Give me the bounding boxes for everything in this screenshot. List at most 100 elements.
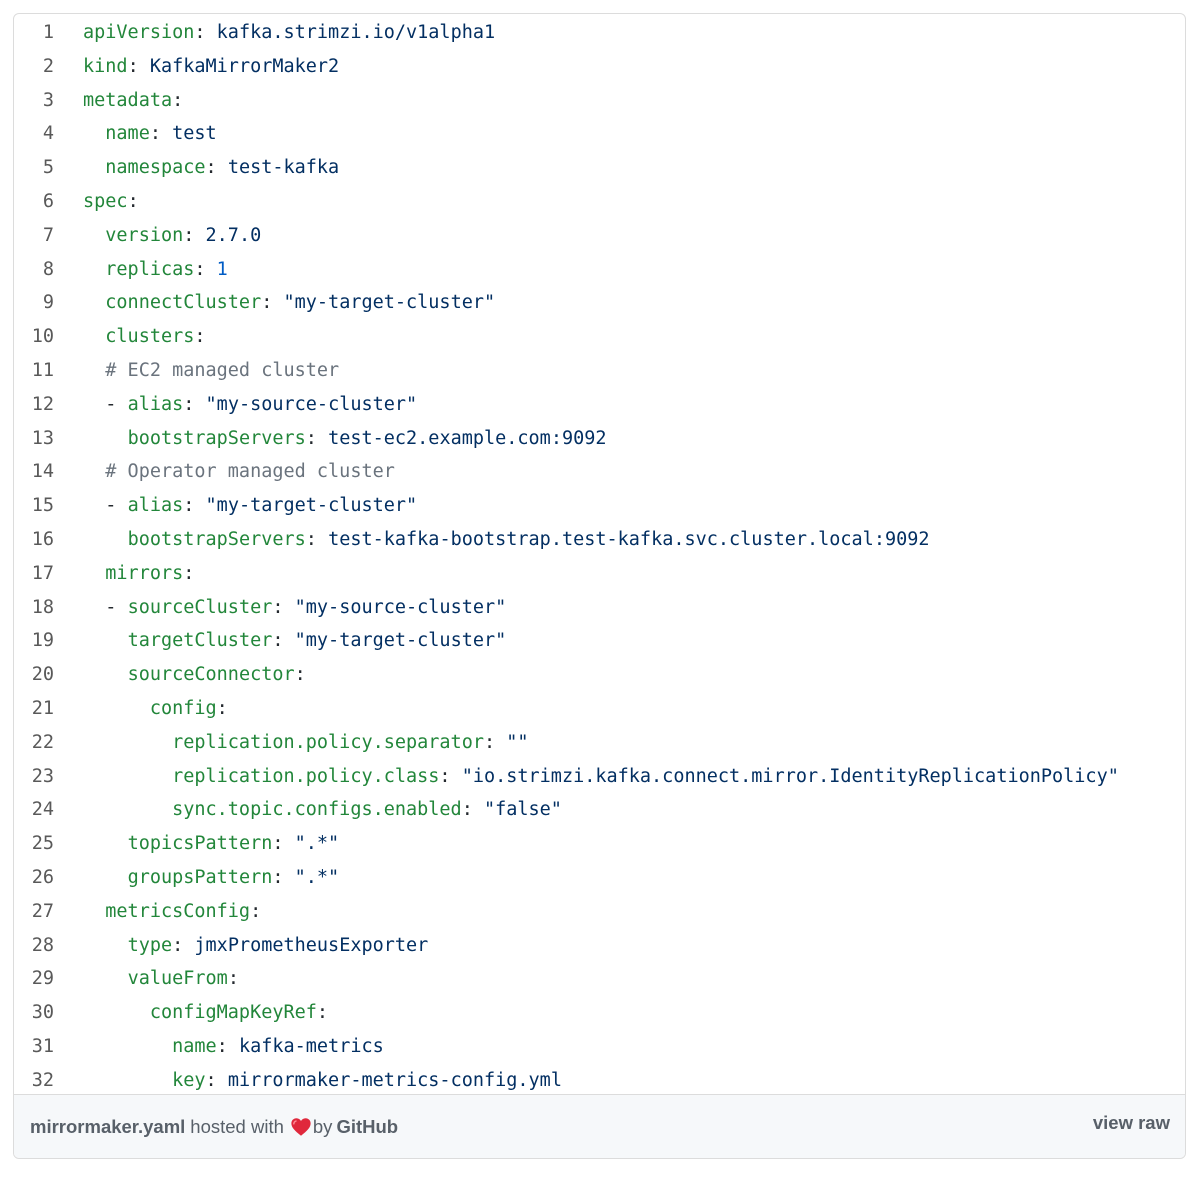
line-content: configMapKeyRef: (54, 996, 328, 1030)
github-link[interactable]: GitHub (336, 1116, 398, 1138)
line-number[interactable]: 24 (14, 793, 54, 827)
line-number[interactable]: 28 (14, 929, 54, 963)
yaml-value: "my-source-cluster" (205, 393, 418, 415)
view-raw-link[interactable]: view raw (1093, 1112, 1170, 1133)
yaml-value: 1 (216, 258, 228, 280)
yaml-key: apiVersion (83, 22, 195, 43)
code-line: 1 apiVersion: kafka.strimzi.io/v1alpha1 (14, 16, 1185, 50)
line-number[interactable]: 3 (14, 84, 54, 118)
code-line: 9 connectCluster: "my-target-cluster" (14, 286, 1185, 320)
line-number[interactable]: 27 (14, 895, 54, 929)
code-line: 12 - alias: "my-source-cluster" (14, 388, 1185, 422)
yaml-separator: : (127, 55, 150, 77)
line-content: type: jmxPrometheusExporter (54, 929, 429, 963)
line-number[interactable]: 30 (14, 996, 54, 1030)
line-content: mirrors: (54, 557, 194, 591)
yaml-separator: : (227, 968, 239, 990)
yaml-value: "my-source-cluster" (294, 596, 507, 618)
code-line: 24 sync.topic.configs.enabled: "false" (14, 793, 1185, 827)
line-number[interactable]: 31 (14, 1030, 54, 1064)
code-line: 32 key: mirrormaker-metrics-config.yml (14, 1064, 1185, 1098)
line-content: name: test (54, 117, 217, 151)
yaml-separator: : (305, 528, 329, 550)
line-number[interactable]: 25 (14, 827, 54, 861)
line-number[interactable]: 12 (14, 388, 54, 422)
line-number[interactable]: 23 (14, 760, 54, 794)
line-content: kind: KafkaMirrorMaker2 (54, 50, 339, 84)
heart-icon (290, 1116, 312, 1138)
code-line: 29 valueFrom: (14, 962, 1185, 996)
yaml-key: sync.topic.configs.enabled (172, 799, 462, 821)
yaml-value: jmxPrometheusExporter (194, 934, 429, 956)
yaml-separator: : (294, 664, 306, 686)
yaml-value: "" (506, 731, 529, 753)
line-content: groupsPattern: ".*" (54, 861, 340, 895)
line-number[interactable]: 16 (14, 523, 54, 557)
yaml-key: configMapKeyRef (149, 1002, 317, 1024)
yaml-value: test (172, 123, 217, 145)
by-text: by (312, 1116, 333, 1137)
line-number[interactable]: 4 (14, 117, 54, 151)
hosted-with-text: hosted with (190, 1116, 284, 1137)
line-number[interactable]: 18 (14, 591, 54, 625)
yaml-separator: : (183, 393, 206, 415)
yaml-key: alias (127, 495, 184, 517)
code-line: 6 spec: (14, 185, 1185, 219)
line-content: - alias: "my-target-cluster" (54, 489, 417, 523)
yaml-separator: : (172, 934, 195, 956)
code-line: 28 type: jmxPrometheusExporter (14, 929, 1185, 963)
yaml-value: mirrormaker-metrics-config.yml (227, 1069, 562, 1091)
line-number[interactable]: 6 (14, 185, 54, 219)
line-number[interactable]: 5 (14, 151, 54, 185)
list-dash: - (105, 393, 128, 415)
line-number[interactable]: 9 (14, 286, 54, 320)
yaml-separator: : (439, 765, 462, 787)
code-line: 23 replication.policy.class: "io.strimzi… (14, 760, 1185, 794)
line-number[interactable]: 7 (14, 219, 54, 253)
line-number[interactable]: 32 (14, 1064, 54, 1098)
line-content: # Operator managed cluster (54, 455, 395, 489)
line-number[interactable]: 11 (14, 354, 54, 388)
code-line: 16 bootstrapServers: test-kafka-bootstra… (14, 523, 1185, 557)
line-number[interactable]: 22 (14, 726, 54, 760)
line-number[interactable]: 19 (14, 624, 54, 658)
line-number[interactable]: 26 (14, 861, 54, 895)
yaml-value: ".*" (294, 866, 340, 888)
line-content: - sourceCluster: "my-source-cluster" (54, 591, 506, 625)
line-number[interactable]: 15 (14, 489, 54, 523)
yaml-separator: : (183, 562, 195, 584)
line-number[interactable]: 8 (14, 253, 54, 287)
code-line: 25 topicsPattern: ".*" (14, 827, 1185, 861)
line-number[interactable]: 10 (14, 320, 54, 354)
line-content: sourceConnector: (54, 658, 306, 692)
code-line: 3 metadata: (14, 84, 1185, 118)
line-number[interactable]: 20 (14, 658, 54, 692)
line-number[interactable]: 17 (14, 557, 54, 591)
yaml-separator: : (183, 495, 206, 517)
yaml-key: connectCluster (105, 292, 262, 314)
file-name-link[interactable]: mirrormaker.yaml (30, 1116, 185, 1138)
line-number[interactable]: 13 (14, 422, 54, 456)
line-number[interactable]: 1 (14, 16, 54, 50)
line-number[interactable]: 14 (14, 455, 54, 489)
line-number[interactable]: 21 (14, 692, 54, 726)
yaml-separator: : (127, 190, 139, 212)
yaml-key: bootstrapServers (127, 427, 306, 449)
line-content: - alias: "my-source-cluster" (54, 388, 417, 422)
yaml-key: replication.policy.separator (172, 731, 484, 753)
line-number[interactable]: 2 (14, 50, 54, 84)
line-content: replication.policy.separator: "" (54, 726, 529, 760)
yaml-value: test-kafka-bootstrap.test-kafka.svc.clus… (328, 528, 930, 550)
code-line: 20 sourceConnector: (14, 658, 1185, 692)
code-line: 15 - alias: "my-target-cluster" (14, 489, 1185, 523)
line-number[interactable]: 29 (14, 962, 54, 996)
gist-embed: 1 apiVersion: kafka.strimzi.io/v1alpha1 2 k… (13, 13, 1186, 1159)
line-content: targetCluster: "my-target-cluster" (54, 624, 507, 658)
